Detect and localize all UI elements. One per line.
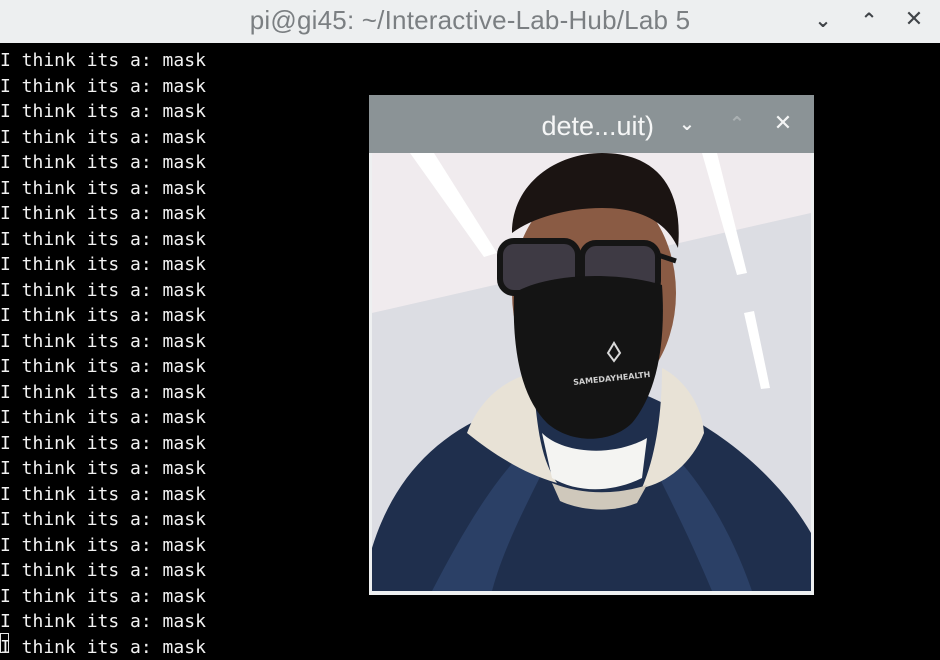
terminal-line: I think its a: mask <box>0 177 206 199</box>
terminal-line: I think its a: mask <box>0 330 206 352</box>
terminal-line: I think its a: mask <box>0 509 206 530</box>
webcam-feed: SAMEDAYHEALTH <box>372 153 811 591</box>
popup-maximize-button[interactable]: ⌃ <box>725 112 749 136</box>
terminal-line: I think its a: mask <box>0 483 206 505</box>
detection-window-titlebar[interactable]: dete...uit) ⌄ ⌃ ✕ <box>369 95 814 153</box>
terminal-line: I think its a: mask <box>0 585 206 607</box>
terminal-line: I think its a: mask <box>0 407 206 428</box>
window-titlebar[interactable]: pi@gi45: ~/Interactive-Lab-Hub/Lab 5 ⌄ ⌃… <box>0 0 940 43</box>
terminal-line: I think its a: mask <box>0 152 206 173</box>
terminal-line: I think its a: mask <box>0 534 206 556</box>
minimize-button[interactable]: ⌄ <box>810 8 836 32</box>
terminal-line: I think its a: mask <box>0 458 206 479</box>
window-title: pi@gi45: ~/Interactive-Lab-Hub/Lab 5 <box>249 5 691 35</box>
terminal-line: I think its a: mask <box>0 254 206 275</box>
detection-window[interactable]: dete...uit) ⌄ ⌃ ✕ SAMEDAYHEALTH <box>369 95 814 595</box>
popup-minimize-button[interactable]: ⌄ <box>675 112 699 136</box>
terminal-line: I think its a: mask <box>0 126 206 148</box>
terminal-line: I think its a: mask <box>0 560 206 581</box>
terminal-line: I think its a: mask <box>0 279 206 301</box>
terminal-line: I think its a: mask <box>0 305 206 326</box>
terminal-line: I think its a: mask <box>0 432 206 454</box>
terminal-line: I think its a: mask <box>0 203 206 224</box>
terminal-line: I think its a: mask <box>0 611 206 632</box>
popup-close-button[interactable]: ✕ <box>771 112 795 136</box>
terminal-line: I think its a: mask <box>0 50 206 71</box>
terminal-cursor <box>0 633 9 653</box>
terminal-line: I think its a: mask <box>0 356 206 377</box>
close-button[interactable]: ✕ <box>901 8 927 32</box>
webcam-image: SAMEDAYHEALTH <box>372 153 811 591</box>
detection-window-title: dete...uit) <box>541 111 654 141</box>
terminal-line: I think its a: mask <box>0 75 206 97</box>
terminal-line: I think its a: mask <box>0 228 206 250</box>
maximize-button[interactable]: ⌃ <box>856 8 882 32</box>
terminal-line: I think its a: mask <box>0 381 206 403</box>
terminal-line: I think its a: mask <box>0 101 206 122</box>
